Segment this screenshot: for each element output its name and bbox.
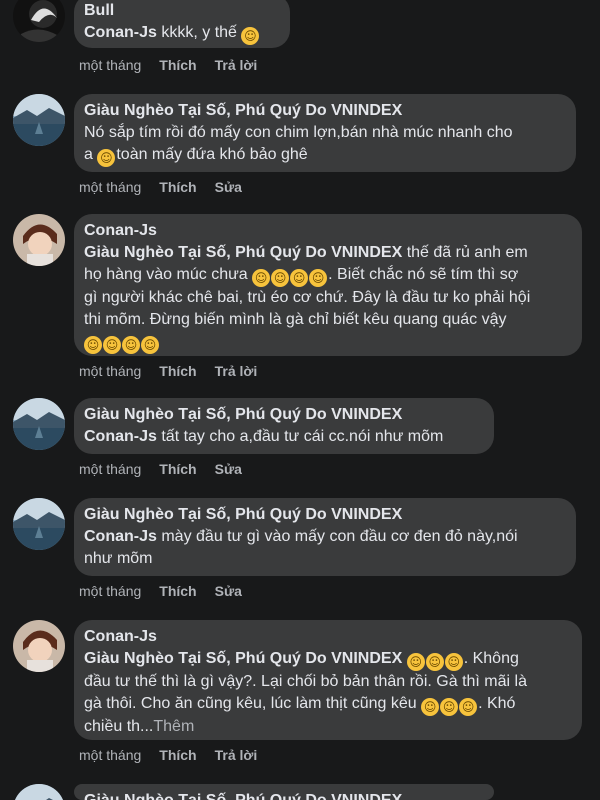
avatar[interactable] bbox=[13, 620, 65, 672]
comment-body: . Biết chắc nó sẽ tím thì sợ bbox=[328, 266, 519, 283]
comment-text: Giàu Nghèo Tại Số, Phú Quý Do VNINDEX ☺ ☺… bbox=[84, 648, 570, 671]
comment-author[interactable]: Conan-Js bbox=[84, 220, 570, 242]
avatar[interactable] bbox=[13, 94, 65, 146]
grinning-emoji-icon: ☺ bbox=[241, 27, 260, 45]
comment-bubble: Giàu Nghèo Tại Số, Phú Quý Do VNINDEX Nó… bbox=[74, 94, 576, 172]
mention-link[interactable]: Conan-Js bbox=[84, 428, 157, 445]
avatar[interactable] bbox=[13, 498, 65, 550]
mention-link[interactable]: Conan-Js bbox=[84, 24, 157, 41]
comment-bubble: Conan-Js Giàu Nghèo Tại Số, Phú Quý Do V… bbox=[74, 214, 582, 356]
comment-body: mày đầu tư gì vào mấy con đầu cơ đen đỏ … bbox=[156, 528, 518, 545]
comment-bubble: Giàu Nghèo Tại Số, Phú Quý Do VNINDEX Co… bbox=[74, 398, 494, 454]
comment-text: Conan-Js mày đầu tư gì vào mấy con đầu c… bbox=[84, 526, 564, 548]
comment-body: thế đã rủ anh em bbox=[402, 244, 528, 261]
edit-button[interactable]: Sửa bbox=[215, 583, 242, 599]
like-button[interactable]: Thích bbox=[159, 57, 196, 73]
comment-text: Giàu Nghèo Tại Số, Phú Quý Do VNINDEX th… bbox=[84, 242, 570, 264]
rolling-laughing-emoji-icon: ☺ bbox=[122, 336, 140, 354]
rolling-laughing-emoji-icon: ☺ bbox=[141, 336, 159, 354]
comment-body: gì người khác chê bai, trù éo cơ chứ. Đâ… bbox=[84, 289, 531, 306]
emoji-row: ☺ ☺ ☺ ☺ bbox=[84, 331, 570, 354]
comment-text: họ hàng vào múc chưa ☺ ☺ ☺ ☺. Biết chắc nó … bbox=[84, 264, 570, 287]
comment-bubble: Giàu Nghèo Tại Số, Phú Quý Do VNINDEX Co… bbox=[74, 498, 576, 576]
rolling-laughing-emoji-icon: ☺ bbox=[84, 336, 102, 354]
reply-button[interactable]: Trả lời bbox=[215, 57, 258, 73]
reply-button[interactable]: Trả lời bbox=[215, 363, 258, 379]
like-button[interactable]: Thích bbox=[159, 583, 196, 599]
winking-tongue-emoji-icon: ☺ bbox=[97, 149, 116, 167]
mention-link[interactable]: Conan-Js bbox=[84, 528, 157, 545]
rolling-laughing-emoji-icon: ☺ bbox=[421, 698, 440, 716]
reply-button[interactable]: Trả lời bbox=[215, 747, 258, 763]
comment-body: . Khó bbox=[478, 695, 516, 712]
comment-actions: một tháng Thích Sửa bbox=[79, 178, 260, 196]
avatar[interactable] bbox=[13, 0, 65, 42]
edit-button[interactable]: Sửa bbox=[215, 179, 242, 195]
comment-text: gà thôi. Cho ăn cũng kêu, lúc làm thịt c… bbox=[84, 693, 570, 716]
mention-link[interactable]: Giàu Nghèo Tại Số, Phú Quý Do VNINDEX bbox=[84, 244, 402, 261]
comment-actions: một tháng Thích Trả lời bbox=[79, 56, 275, 74]
avatar[interactable] bbox=[13, 784, 65, 800]
comment-timestamp[interactable]: một tháng bbox=[79, 57, 141, 73]
comment-timestamp[interactable]: một tháng bbox=[79, 179, 141, 195]
comment-bubble: Bull Conan-Js kkkk, y thế ☺ bbox=[74, 0, 290, 48]
comment-timestamp[interactable]: một tháng bbox=[79, 363, 141, 379]
grinning-emoji-icon: ☺ bbox=[406, 653, 425, 671]
comment-body: chiều th... bbox=[84, 718, 154, 735]
comment-actions: một tháng Thích Trả lời bbox=[79, 746, 275, 764]
grinning-emoji-icon: ☺ bbox=[271, 269, 290, 287]
rolling-laughing-emoji-icon: ☺ bbox=[459, 698, 478, 716]
comment-text: chiều th...Thêm bbox=[84, 716, 570, 738]
avatar[interactable] bbox=[13, 398, 65, 450]
comment-body: a bbox=[84, 146, 98, 163]
comment-timestamp[interactable]: một tháng bbox=[79, 747, 141, 763]
comment-actions: một tháng Thích Trả lời bbox=[79, 362, 275, 380]
comment-body: toàn mấy đứa khó bảo ghê bbox=[116, 146, 308, 163]
comment-author[interactable]: Giàu Nghèo Tại Số, Phú Quý Do VNINDEX bbox=[84, 790, 482, 800]
comment-author[interactable]: Conan-Js bbox=[84, 626, 570, 648]
like-button[interactable]: Thích bbox=[159, 461, 196, 477]
comment-bubble: Giàu Nghèo Tại Số, Phú Quý Do VNINDEX bbox=[74, 784, 494, 800]
see-more-link[interactable]: Thêm bbox=[153, 718, 194, 735]
grinning-emoji-icon: ☺ bbox=[252, 269, 271, 287]
comment-body: thi mõm. Đừng biến mình là gà chỉ biết k… bbox=[84, 311, 507, 328]
rolling-laughing-emoji-icon: ☺ bbox=[440, 698, 459, 716]
comment-author[interactable]: Giàu Nghèo Tại Số, Phú Quý Do VNINDEX bbox=[84, 404, 482, 426]
grinning-emoji-icon: ☺ bbox=[309, 269, 328, 287]
comment-body: Nó sắp tím rồi đó mấy con chim lợn,bán n… bbox=[84, 124, 513, 141]
grinning-emoji-icon: ☺ bbox=[444, 653, 463, 671]
avatar[interactable] bbox=[13, 214, 65, 266]
comment-body: . Không bbox=[463, 650, 519, 667]
comment-timestamp[interactable]: một tháng bbox=[79, 583, 141, 599]
grinning-emoji-icon: ☺ bbox=[425, 653, 444, 671]
comment-text: Conan-Js tất tay cho a,đầu tư cái cc.nói… bbox=[84, 426, 482, 448]
comment-actions: một tháng Thích Sửa bbox=[79, 582, 260, 600]
comment-timestamp[interactable]: một tháng bbox=[79, 461, 141, 477]
comment-actions: một tháng Thích Sửa bbox=[79, 460, 260, 478]
comment-author[interactable]: Bull bbox=[84, 0, 278, 22]
comment-feed: Bull Conan-Js kkkk, y thế ☺ một tháng Thí… bbox=[0, 0, 600, 800]
mention-link[interactable]: Giàu Nghèo Tại Số, Phú Quý Do VNINDEX bbox=[84, 650, 402, 667]
comment-body: gà thôi. Cho ăn cũng kêu, lúc làm thịt c… bbox=[84, 695, 422, 712]
comment-body: tất tay cho a,đầu tư cái cc.nói như mõm bbox=[156, 428, 444, 445]
grinning-emoji-icon: ☺ bbox=[290, 269, 309, 287]
comment-body: như mõm bbox=[84, 550, 153, 567]
comment-author[interactable]: Giàu Nghèo Tại Số, Phú Quý Do VNINDEX bbox=[84, 504, 564, 526]
comment-text: a ☺ toàn mấy đứa khó bảo ghê bbox=[84, 144, 564, 167]
like-button[interactable]: Thích bbox=[159, 363, 196, 379]
comment-text: Conan-Js kkkk, y thế ☺ bbox=[84, 22, 278, 45]
comment-bubble: Conan-Js Giàu Nghèo Tại Số, Phú Quý Do V… bbox=[74, 620, 582, 740]
comment-body: họ hàng vào múc chưa bbox=[84, 266, 253, 283]
like-button[interactable]: Thích bbox=[159, 747, 196, 763]
like-button[interactable]: Thích bbox=[159, 179, 196, 195]
edit-button[interactable]: Sửa bbox=[215, 461, 242, 477]
rolling-laughing-emoji-icon: ☺ bbox=[103, 336, 121, 354]
comment-body: kkkk, y thế bbox=[156, 24, 242, 41]
comment-author[interactable]: Giàu Nghèo Tại Số, Phú Quý Do VNINDEX bbox=[84, 100, 564, 122]
comment-body: đầu tư thế thì là gì vậy?. Lại chối bỏ b… bbox=[84, 673, 527, 690]
